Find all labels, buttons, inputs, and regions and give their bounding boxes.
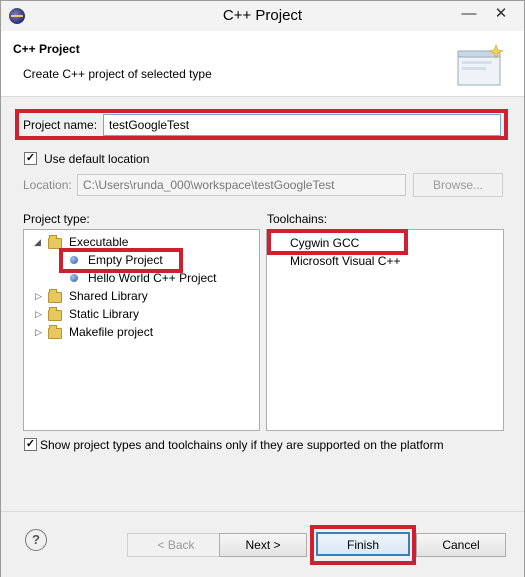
folder-icon: [48, 289, 62, 303]
back-button[interactable]: < Back: [127, 533, 225, 557]
header-description: Create C++ project of selected type: [23, 67, 212, 81]
tree-item-label: Makefile project: [69, 325, 154, 339]
title-bar: C++ Project — ✕: [1, 1, 524, 31]
new-project-wizard-icon: [457, 44, 504, 86]
tree-item-static-library[interactable]: ▷ Static Library: [24, 305, 254, 323]
browse-button[interactable]: Browse...: [413, 173, 503, 197]
folder-icon: [48, 307, 62, 321]
chevron-right-icon[interactable]: ▷: [35, 291, 45, 301]
next-button[interactable]: Next >: [219, 533, 307, 557]
project-type-label: Project type:: [23, 212, 90, 226]
location-label: Location:: [23, 178, 72, 192]
cygwin-gcc-highlight: [267, 229, 408, 255]
chevron-down-icon[interactable]: ◢: [34, 237, 44, 247]
wizard-header: C++ Project Create C++ project of select…: [1, 31, 524, 97]
location-input[interactable]: C:\Users\runda_000\workspace\testGoogleT…: [77, 174, 406, 196]
toolchains-list[interactable]: Cygwin GCC Microsoft Visual C++: [266, 229, 504, 431]
project-name-input[interactable]: testGoogleTest: [103, 114, 501, 136]
window-title: C++ Project: [222, 7, 303, 24]
minimize-button[interactable]: —: [457, 3, 481, 27]
chevron-right-icon[interactable]: ▷: [35, 309, 45, 319]
tree-item-makefile-project[interactable]: ▷ Makefile project: [24, 323, 254, 341]
finish-button[interactable]: Finish: [316, 532, 410, 556]
wizard-body: Project name: testGoogleTest ✓ Use defau…: [1, 97, 524, 511]
supported-only-label: Show project types and toolchains only i…: [40, 438, 444, 452]
tree-item-shared-library[interactable]: ▷ Shared Library: [24, 287, 254, 305]
folder-icon: [48, 325, 62, 339]
project-name-label: Project name:: [23, 118, 98, 132]
chevron-right-icon[interactable]: ▷: [35, 327, 45, 337]
tree-item-label: Static Library: [69, 307, 140, 321]
use-default-location-checkbox[interactable]: ✓: [24, 152, 37, 165]
wizard-footer: ? < Back Next > Finish Cancel: [1, 511, 524, 577]
help-icon[interactable]: ?: [25, 529, 47, 551]
project-type-icon: [70, 274, 78, 282]
close-button[interactable]: ✕: [489, 3, 513, 27]
toolchains-label: Toolchains:: [267, 212, 328, 226]
cpp-project-dialog: C++ Project — ✕ C++ Project Create C++ p…: [0, 0, 525, 577]
cancel-button[interactable]: Cancel: [416, 533, 506, 557]
use-default-location-label: Use default location: [44, 152, 150, 166]
header-title: C++ Project: [13, 42, 80, 56]
supported-only-checkbox[interactable]: ✓: [24, 438, 37, 451]
tree-item-label: Shared Library: [69, 289, 148, 303]
empty-project-highlight: [59, 248, 183, 273]
